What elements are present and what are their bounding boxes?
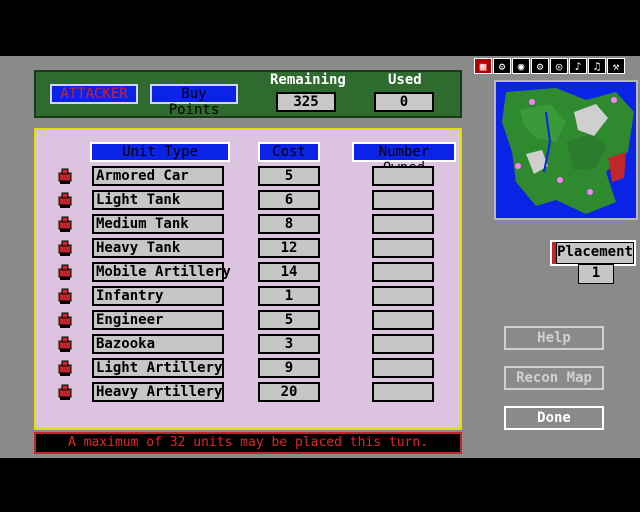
unit-type-name: Armored Car (92, 166, 224, 186)
medium-tank-icon (56, 215, 74, 233)
armored-car-icon (56, 167, 74, 185)
mobile-artillery-icon (56, 263, 74, 281)
tools-icon[interactable]: ⚒ (607, 58, 625, 74)
col-header-unit-type: Unit Type (90, 142, 230, 162)
recon-map-button[interactable]: Recon Map (504, 366, 604, 390)
unit-purchase-panel: Unit Type Cost Number Owned Armored Car 5… (34, 128, 462, 430)
unit-cost-value: 3 (258, 334, 320, 354)
attacker-button[interactable]: ATTACKER (50, 84, 138, 104)
unit-cost-value: 8 (258, 214, 320, 234)
heavy-tank-icon (56, 239, 74, 257)
placement-label: Placement (556, 242, 634, 264)
unit-type-name: Heavy Tank (92, 238, 224, 258)
unit-type-name: Heavy Artillery (92, 382, 224, 402)
unit-owned-input[interactable] (372, 238, 434, 258)
light-artillery-icon (56, 359, 74, 377)
unit-owned-input[interactable] (372, 310, 434, 330)
infantry-icon (56, 287, 74, 305)
unit-owned-input[interactable] (372, 286, 434, 306)
engineer-icon (56, 311, 74, 329)
unit-type-name: Light Artillery (92, 358, 224, 378)
mini-map-terrain (496, 82, 636, 218)
table-row: Infantry 1 (36, 286, 464, 308)
table-row: Heavy Tank 12 (36, 238, 464, 260)
table-row: Mobile Artillery 14 (36, 262, 464, 284)
unit-type-name: Bazooka (92, 334, 224, 354)
unit-cost-value: 5 (258, 166, 320, 186)
unit-owned-input[interactable] (372, 334, 434, 354)
status-message: A maximum of 32 units may be placed this… (34, 432, 462, 454)
light-tank-icon (56, 191, 74, 209)
help-button[interactable]: Help (504, 326, 604, 350)
unit-cost-value: 1 (258, 286, 320, 306)
col-header-cost: Cost (258, 142, 320, 162)
unit-cost-value: 5 (258, 310, 320, 330)
used-label: Used (388, 72, 422, 88)
remaining-value: 325 (276, 92, 336, 112)
sound-icon[interactable]: ♫ (588, 58, 606, 74)
done-button[interactable]: Done (504, 406, 604, 430)
unit-owned-input[interactable] (372, 382, 434, 402)
unit-owned-input[interactable] (372, 358, 434, 378)
table-row: Armored Car 5 (36, 166, 464, 188)
col-header-number-owned: Number Owned (352, 142, 456, 176)
points-header: ATTACKER Buy Points Remaining 325 Used 0 (34, 70, 462, 118)
placement-value: 1 (578, 264, 614, 284)
unit-type-name: Light Tank (92, 190, 224, 210)
remaining-label: Remaining (270, 72, 346, 88)
heavy-artillery-icon (56, 383, 74, 401)
toolbar: ▦ ⚙ ◉ ⚙ ◎ ♪ ♫ ⚒ (474, 58, 638, 76)
table-row: Light Tank 6 (36, 190, 464, 212)
music-icon[interactable]: ♪ (569, 58, 587, 74)
table-row: Engineer 5 (36, 310, 464, 332)
unit-owned-input[interactable] (372, 214, 434, 234)
unit-type-name: Engineer (92, 310, 224, 330)
unit-cost-value: 6 (258, 190, 320, 210)
unit-owned-input[interactable] (372, 166, 434, 186)
binoculars-icon[interactable]: ◉ (512, 58, 530, 74)
unit-owned-input[interactable] (372, 262, 434, 282)
game-screen: ATTACKER Buy Points Remaining 325 Used 0… (0, 56, 640, 458)
placement-indicator: Placement 1 (550, 234, 636, 290)
mini-map[interactable] (494, 80, 638, 220)
buy-points-button[interactable]: Buy Points (150, 84, 238, 118)
grid-icon[interactable]: ▦ (474, 58, 492, 74)
bazooka-icon (56, 335, 74, 353)
unit-type-name: Mobile Artillery (92, 262, 231, 282)
table-row: Medium Tank 8 (36, 214, 464, 236)
unit-owned-input[interactable] (372, 190, 434, 210)
unit-cost-value: 20 (258, 382, 320, 402)
gear-icon[interactable]: ⚙ (493, 58, 511, 74)
disk-icon[interactable]: ◎ (550, 58, 568, 74)
unit-cost-value: 12 (258, 238, 320, 258)
table-row: Bazooka 3 (36, 334, 464, 356)
used-value: 0 (374, 92, 434, 112)
unit-cost-value: 9 (258, 358, 320, 378)
unit-type-name: Medium Tank (92, 214, 224, 234)
table-row: Light Artillery 9 (36, 358, 464, 380)
unit-type-name: Infantry (92, 286, 224, 306)
table-row: Heavy Artillery 20 (36, 382, 464, 404)
settings-icon[interactable]: ⚙ (531, 58, 549, 74)
unit-cost-value: 14 (258, 262, 320, 282)
